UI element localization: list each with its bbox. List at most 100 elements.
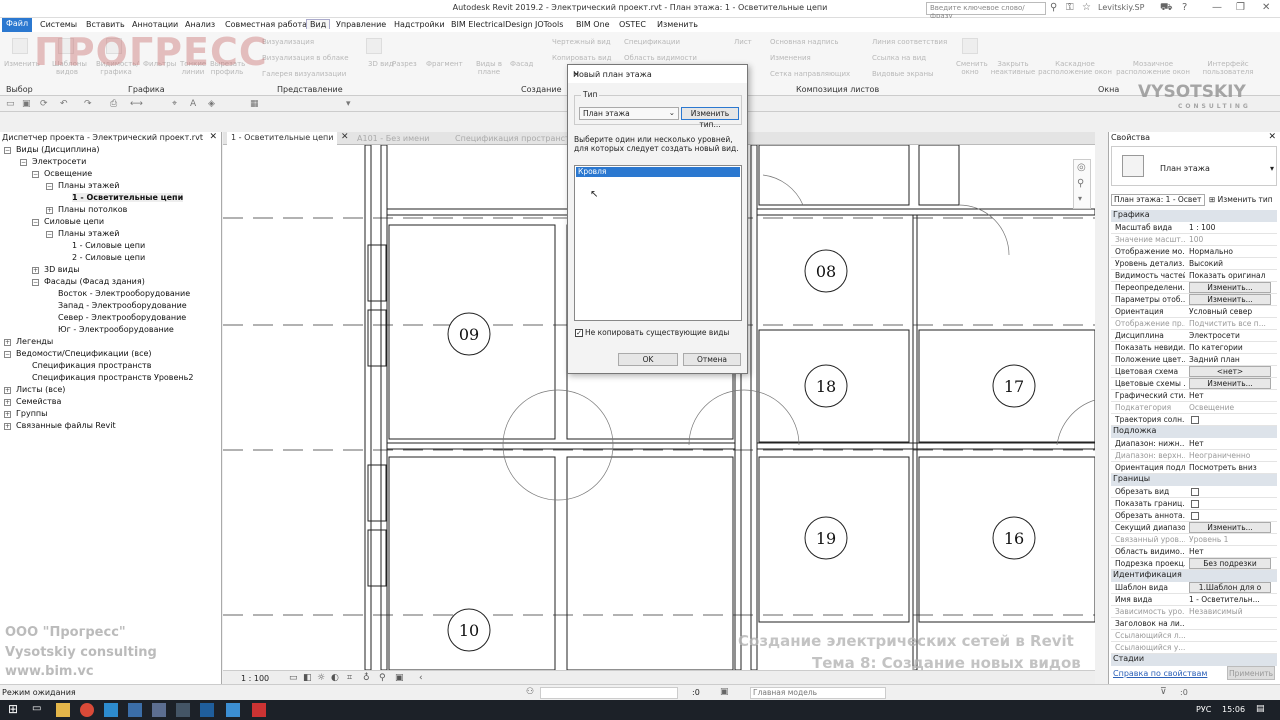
design-options-icon[interactable]: ▣ — [720, 687, 729, 697]
undo-icon[interactable]: ↶ — [60, 99, 68, 109]
tree-item[interactable]: Планы потолков — [58, 205, 127, 214]
matchline-button[interactable]: Линия соответствия — [872, 38, 947, 46]
edit-type-button[interactable]: Изменить тип... — [681, 107, 739, 129]
tree-item[interactable]: Освещение — [44, 169, 92, 178]
tree-item[interactable]: Запад - Электрооборудование — [58, 301, 187, 310]
callout-button[interactable]: Фрагмент — [426, 60, 463, 68]
tree-item[interactable]: Север - Электрооборудование — [58, 313, 186, 322]
tree-expander[interactable]: + — [4, 339, 11, 346]
star-icon[interactable]: ☆ — [1082, 2, 1091, 13]
tab-manage[interactable]: Управление — [336, 20, 386, 29]
minimize-icon[interactable]: — — [1212, 2, 1222, 13]
render-gallery-button[interactable]: Галерея визуализации — [262, 70, 346, 78]
app-icon[interactable] — [104, 703, 118, 717]
property-row[interactable]: Положение цвет... Задний план — [1111, 354, 1277, 366]
view-scale[interactable]: 1 : 100 — [241, 674, 269, 683]
notifications-icon[interactable]: ▤ — [1256, 704, 1265, 714]
cart-icon[interactable]: ⛟ — [1160, 2, 1173, 15]
sun-path-icon[interactable]: ☼ — [317, 673, 325, 683]
app-icon[interactable] — [152, 703, 166, 717]
property-row[interactable]: Подрезка проекц... Без подрезки — [1111, 558, 1277, 570]
tab-view[interactable]: Вид — [306, 19, 331, 29]
user-name[interactable]: Levitskiy.SP — [1098, 3, 1144, 12]
app-icon[interactable] — [128, 703, 142, 717]
property-row[interactable]: Обрезать аннота... — [1111, 510, 1277, 522]
zoom-icon[interactable]: ⚲ — [1077, 178, 1084, 189]
property-row[interactable]: Ссылающийся л... — [1111, 630, 1277, 642]
measure-icon[interactable]: ⟷ — [130, 99, 143, 109]
section-button[interactable]: Разрез — [392, 60, 417, 68]
tree-item[interactable]: Силовые цепи — [44, 217, 104, 226]
tree-item[interactable]: 2 - Силовые цепи — [72, 253, 145, 262]
property-row[interactable]: Ссылающийся у... — [1111, 642, 1277, 654]
revisions-button[interactable]: Изменения — [770, 54, 811, 62]
detail-level-icon[interactable]: ▭ — [289, 673, 298, 683]
type-select[interactable]: План этажа ⌄ — [579, 107, 679, 120]
view-reference-button[interactable]: Ссылка на вид — [872, 54, 926, 62]
property-checkbox[interactable] — [1191, 500, 1199, 508]
tree-expander[interactable]: − — [46, 231, 53, 238]
tree-expander[interactable]: − — [4, 147, 11, 154]
property-checkbox[interactable] — [1191, 416, 1199, 424]
tree-expander[interactable]: − — [4, 351, 11, 358]
tab-bim-one[interactable]: BIM One — [576, 20, 610, 29]
tree-item[interactable]: 1 - Силовые цепи — [72, 241, 145, 250]
tag-icon[interactable]: ⌖ — [172, 99, 177, 109]
design-option-select[interactable]: Главная модель — [750, 687, 886, 699]
tree-expander[interactable]: − — [46, 183, 53, 190]
property-row[interactable]: Значение масшт... 100 — [1111, 234, 1277, 246]
cancel-button[interactable]: Отмена — [683, 353, 741, 366]
property-row[interactable]: Секущий диапазон Изменить... — [1111, 522, 1277, 534]
no-copy-checkbox[interactable]: ✓ — [575, 329, 583, 337]
property-button[interactable]: Без подрезки — [1189, 558, 1271, 569]
property-row[interactable]: Видимость частей Показать оригинал — [1111, 270, 1277, 282]
property-row[interactable]: Графический сти... Нет — [1111, 390, 1277, 402]
tree-item[interactable]: Планы этажей — [58, 181, 119, 190]
tree-expander[interactable]: − — [32, 219, 39, 226]
temp-hide-icon[interactable]: ⚲ — [379, 673, 386, 683]
property-row[interactable]: Отображение пр... Подчистить все п... — [1111, 318, 1277, 330]
customize-icon[interactable]: ▾ — [346, 99, 351, 109]
properties-help-link[interactable]: Справка по свойствам — [1113, 669, 1207, 678]
tree-item[interactable]: Семейства — [16, 397, 61, 406]
properties-section[interactable]: Подложка — [1111, 426, 1277, 438]
close-icon[interactable]: ✕ — [341, 132, 349, 142]
tree-expander[interactable]: + — [4, 423, 11, 430]
property-row[interactable]: Показать невиди... По категории — [1111, 342, 1277, 354]
render-cloud-button[interactable]: Визуализация в облаке — [262, 54, 349, 62]
property-row[interactable]: Цветовые схемы ... Изменить... — [1111, 378, 1277, 390]
sheet-button[interactable]: Лист — [734, 38, 752, 46]
properties-section[interactable]: Границы — [1111, 474, 1277, 486]
3d-icon[interactable]: ◈ — [208, 99, 215, 109]
hide-icon[interactable]: ♁ — [363, 673, 370, 683]
properties-section[interactable]: Идентификация — [1111, 570, 1277, 582]
tree-expander[interactable]: + — [32, 267, 39, 274]
property-row[interactable]: Переопределени... Изменить... — [1111, 282, 1277, 294]
chrome-icon[interactable] — [80, 703, 94, 717]
redo-icon[interactable]: ↷ — [84, 99, 92, 109]
type-selector[interactable]: План этажа ▾ — [1111, 146, 1277, 186]
scroll-left-icon[interactable]: ‹ — [419, 673, 423, 683]
tree-item[interactable]: Спецификация пространств Уровень2 — [32, 373, 193, 382]
viewports-button[interactable]: Видовые экраны — [872, 70, 934, 78]
property-row[interactable]: Траектория солн... — [1111, 414, 1277, 426]
property-row[interactable]: Уровень детализ... Высокий — [1111, 258, 1277, 270]
close-inactive-button[interactable]: Закрыть неактивные — [990, 60, 1036, 76]
property-row[interactable]: Параметры отоб... Изменить... — [1111, 294, 1277, 306]
switch-windows-button[interactable]: Сменить окно — [956, 60, 988, 76]
3d-view-button[interactable]: 3D вид — [368, 60, 394, 68]
property-row[interactable]: Подкатегория Освещение — [1111, 402, 1277, 414]
tree-item[interactable]: Юг - Электрооборудование — [58, 325, 174, 334]
instance-selector[interactable]: План этажа: 1 - Освет — [1111, 194, 1205, 206]
schedules-button[interactable]: Спецификации — [624, 38, 680, 46]
steering-wheel-icon[interactable]: ◎ — [1077, 162, 1086, 173]
tree-expander[interactable]: + — [4, 411, 11, 418]
worksets-icon[interactable]: ⚇ — [526, 687, 534, 697]
property-checkbox[interactable] — [1191, 488, 1199, 496]
tree-item[interactable]: Виды (Дисциплина) — [16, 145, 100, 154]
navigation-bar[interactable]: ◎ ⚲ ▾ — [1073, 159, 1091, 209]
property-row[interactable]: Дисциплина Электросети — [1111, 330, 1277, 342]
tab-sheet-a101[interactable]: A101 - Без имени — [357, 134, 430, 143]
filter-icon[interactable]: ⊽ — [1160, 687, 1167, 697]
close-hidden-icon[interactable]: ▦ — [250, 99, 259, 109]
